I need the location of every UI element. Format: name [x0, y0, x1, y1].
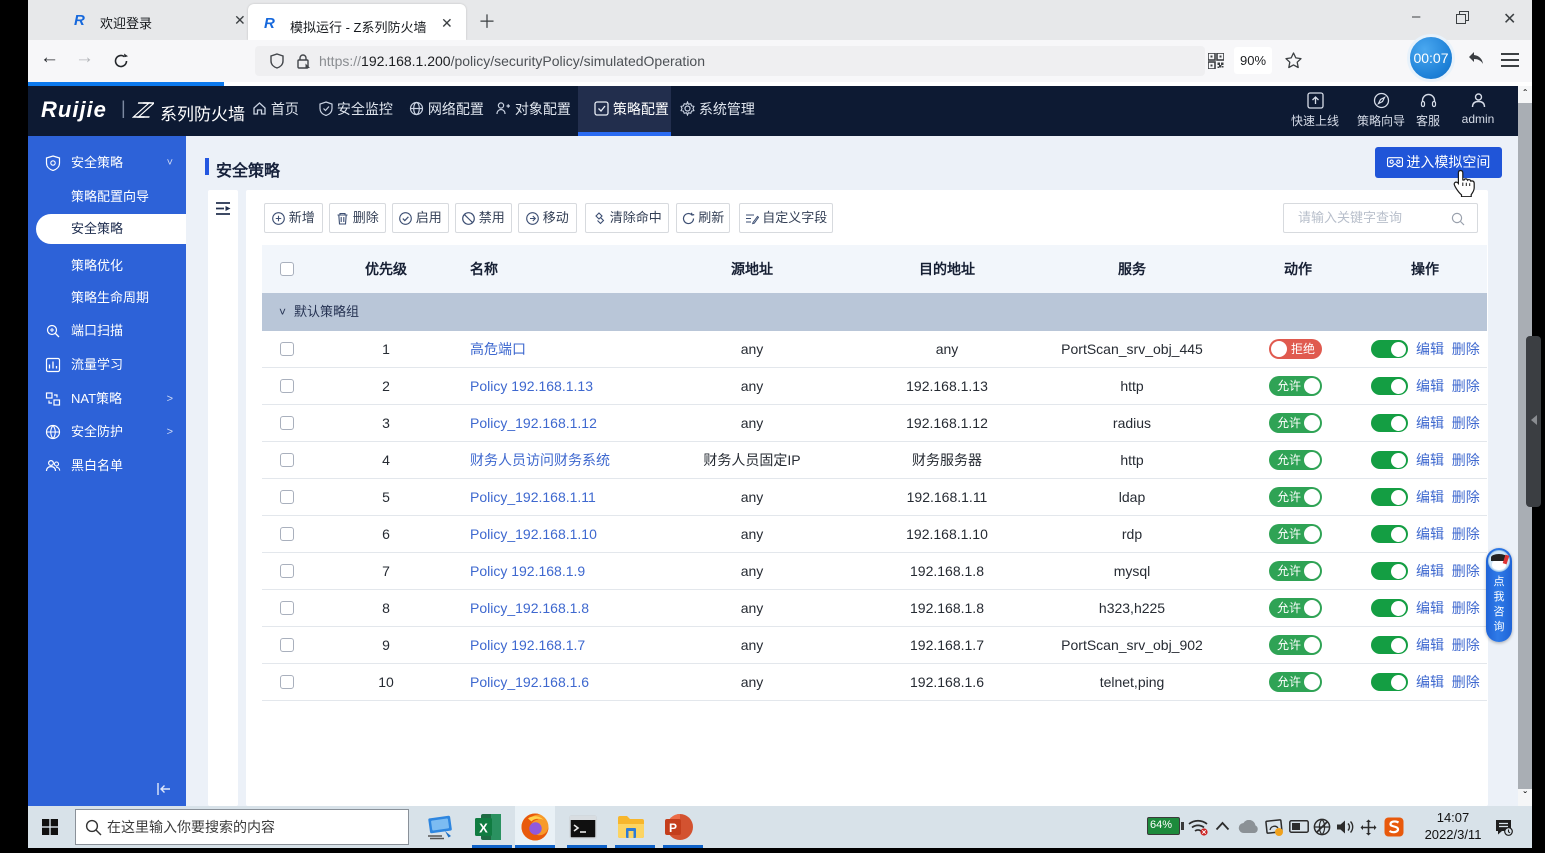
- svg-text:R: R: [74, 12, 85, 29]
- svg-text:X: X: [479, 821, 488, 836]
- svg-text:R: R: [264, 15, 275, 32]
- svg-text:P: P: [669, 821, 677, 835]
